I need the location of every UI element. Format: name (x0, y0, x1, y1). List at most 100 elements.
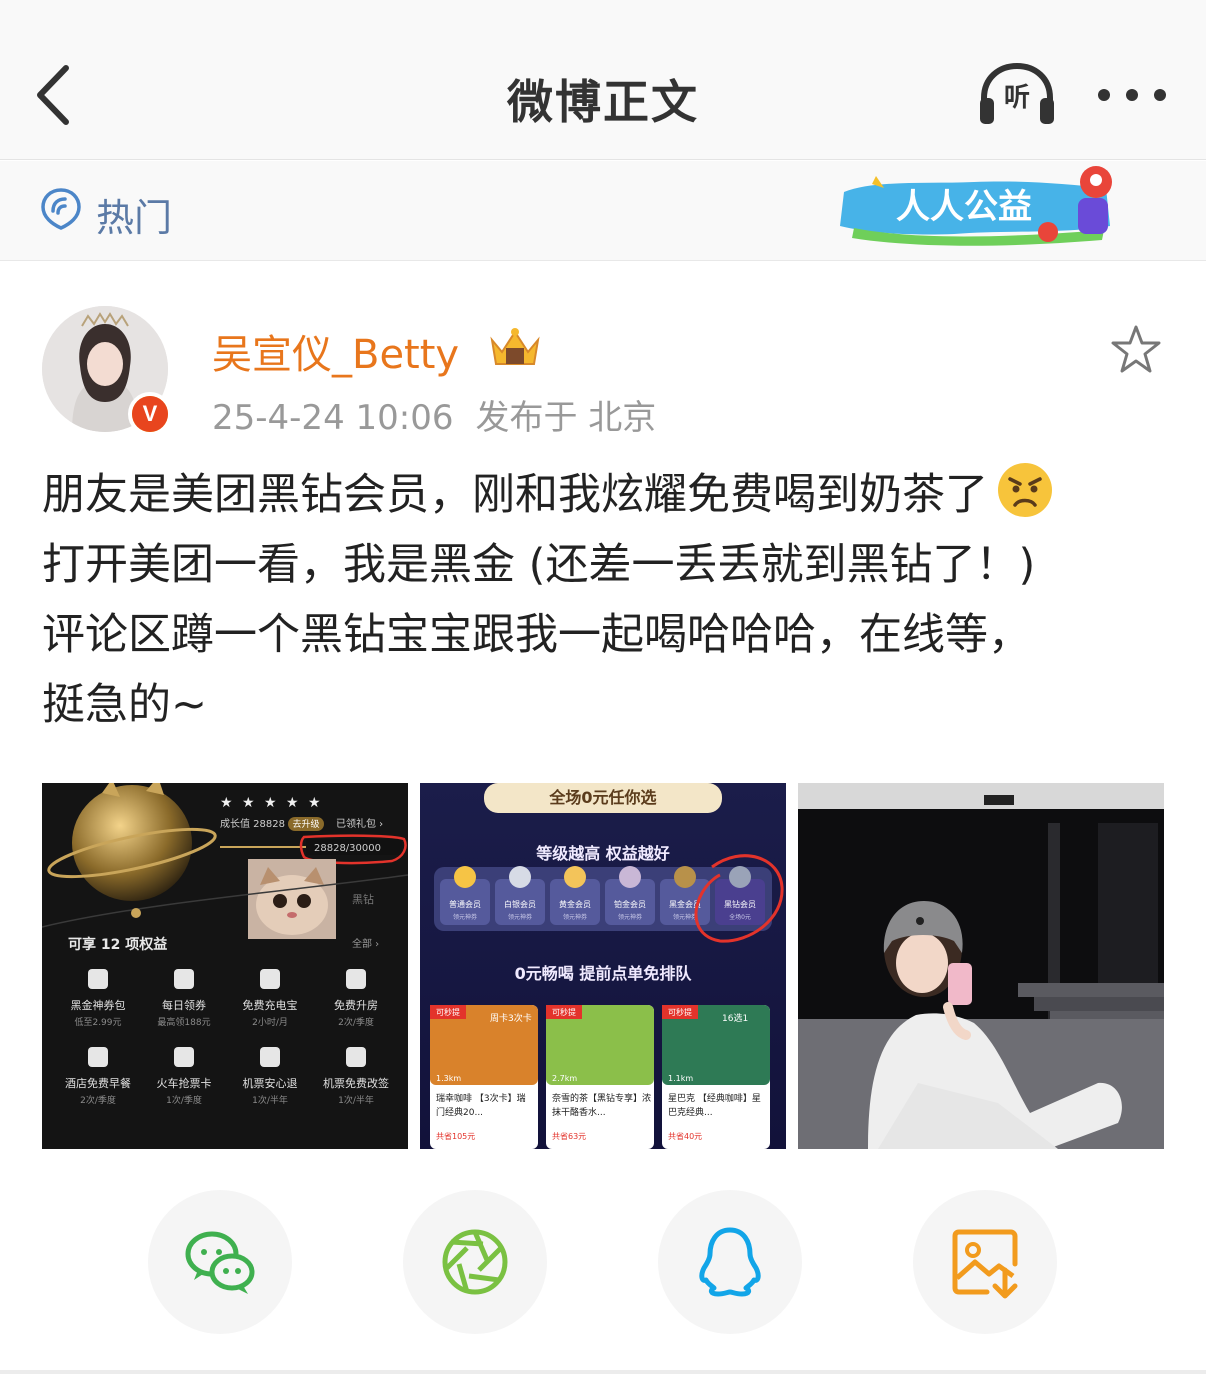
photo-selfie[interactable] (798, 783, 1164, 1149)
phone-in-hand (948, 963, 972, 1005)
drink-title-cont: 抹干酪香水... (552, 1106, 606, 1118)
benefits-title: 可享 12 项权益 (68, 936, 167, 953)
benefit-name: 火车抢票卡 (157, 1076, 212, 1090)
benefit-icon (260, 969, 280, 989)
banner-text: 人人公益 (896, 187, 1032, 227)
drink-distance: 1.1km (668, 1074, 693, 1083)
benefit-icon (174, 969, 194, 989)
drink-title: 星巴克 【经典咖啡】星 (668, 1092, 761, 1104)
post-meta: 25-4-24 10:06 发布于 北京 (212, 390, 656, 439)
charity-banner[interactable]: 人人公益 (834, 162, 1120, 254)
share-qq-button[interactable] (658, 1190, 802, 1334)
benefit-sub: 1次/半年 (252, 1094, 288, 1106)
progress-text: 28828/30000 (314, 843, 381, 854)
upgrade-label: 去升级 (292, 818, 319, 830)
benefit-name: 机票安心退 (243, 1076, 298, 1090)
level-sub: 领元神券 (673, 913, 697, 921)
benefit-sub: 1次/季度 (166, 1094, 202, 1106)
share-save-image-button[interactable] (913, 1190, 1057, 1334)
moments-icon (442, 1229, 508, 1295)
divider (0, 1370, 1206, 1374)
wechat-icon (185, 1231, 255, 1294)
svg-text:★: ★ (308, 795, 321, 811)
benefit-icon (346, 1047, 366, 1067)
svg-text:★: ★ (242, 795, 255, 811)
photo-membership-screenshot[interactable]: ★ ★ ★ ★ ★ 成长值 28828 去升级 已领礼包 › 28828/30000 … (42, 783, 408, 1149)
crown-icon[interactable] (486, 324, 544, 370)
listen-label: 听 (1004, 83, 1030, 113)
growth-value: 成长值 28828 (220, 817, 285, 830)
post-content: 朋友是美团黑钻会员，刚和我炫耀免费喝到奶茶了 打开美团一看，我是黑金 (还差一丢… (42, 460, 1172, 740)
tier-label: 黑钻 (352, 892, 374, 906)
more-dots-icon[interactable] (1092, 80, 1172, 110)
level-sub: 领元神券 (618, 913, 642, 921)
content-line-3: 评论区蹲一个黑钻宝宝跟我一起喝哈哈哈，在线等， (42, 610, 1031, 660)
benefit-sub: 1次/半年 (338, 1094, 374, 1106)
drink-title-cont: 巴克经典... (668, 1106, 713, 1118)
benefit-icon (346, 969, 366, 989)
benefit-sub: 2次/季度 (338, 1016, 374, 1028)
hot-label[interactable]: 热门 (96, 187, 172, 242)
content-line-4: 挺急的~ (42, 680, 208, 730)
drink-tag: 可秒提 (436, 1007, 460, 1017)
share-moments-button[interactable] (403, 1190, 547, 1334)
benefit-name: 免费充电宝 (243, 998, 298, 1012)
content-line-2: 打开美团一看，我是黑金 (还差一丢丢就到黑钻了！) (42, 540, 1036, 590)
benefit-sub: 2次/季度 (80, 1094, 116, 1106)
benefit-icon (174, 1047, 194, 1067)
level-badge-icon (564, 866, 586, 888)
level-name: 铂金会员 (614, 899, 646, 909)
level-badge-icon (454, 866, 476, 888)
angry-face-emoji-icon (998, 463, 1052, 517)
top-banner: 全场0元任你选 (548, 788, 656, 807)
post-location: 发布于 北京 (475, 398, 657, 438)
username[interactable]: 吴宣仪_Betty (212, 322, 459, 380)
svg-text:★: ★ (264, 795, 277, 811)
star-favorite-icon[interactable] (1110, 324, 1162, 374)
drink-save: 共省63元 (552, 1131, 586, 1141)
svg-text:★: ★ (286, 795, 299, 811)
drink-title: 奈雪的茶【黑钻专享】浓 (552, 1092, 651, 1104)
share-wechat-button[interactable] (148, 1190, 292, 1334)
level-name: 黑钻会员 (724, 899, 756, 909)
listen-headphone-icon[interactable]: 听 (976, 62, 1058, 126)
level-badge-icon (509, 866, 531, 888)
level-sub: 领元神券 (508, 913, 532, 921)
free-title: 0元畅喝 提前点单免排队 (515, 964, 693, 983)
drink-distance: 1.3km (436, 1074, 461, 1083)
benefit-name: 机票免费改签 (323, 1076, 389, 1090)
level-sub: 领元神券 (453, 913, 477, 921)
verified-badge: V (128, 392, 172, 436)
drink-promo: 16选1 (722, 1012, 748, 1024)
benefit-icon (260, 1047, 280, 1067)
benefit-sub: 低至2.99元 (74, 1016, 121, 1028)
benefit-name: 黑金神券包 (71, 998, 126, 1012)
level-name: 白银会员 (504, 899, 536, 909)
drink-cards: 可秒提周卡3次卡1.3km瑞幸咖啡 【3次卡】瑞门经典20...共省105元可秒… (430, 1005, 770, 1149)
drink-distance: 2.7km (552, 1074, 577, 1083)
level-name: 黄金会员 (559, 899, 591, 909)
benefit-name: 免费升房 (334, 998, 378, 1012)
drink-tag: 可秒提 (668, 1007, 692, 1017)
gift-label: 已领礼包 › (336, 817, 383, 830)
level-sub: 全场0元 (729, 913, 751, 921)
benefit-icon (88, 1047, 108, 1067)
post-time: 25-4-24 10:06 (212, 398, 454, 438)
level-badge-icon (619, 866, 641, 888)
benefits-all-link[interactable]: 全部 › (352, 937, 379, 950)
benefit-sub: 最高领188元 (157, 1016, 210, 1028)
qq-icon (699, 1227, 761, 1297)
level-badge-icon (729, 866, 751, 888)
drink-title: 瑞幸咖啡 【3次卡】瑞 (436, 1092, 526, 1104)
svg-text:★: ★ (220, 795, 233, 811)
benefit-name: 酒店免费早餐 (65, 1076, 131, 1090)
drink-save: 共省105元 (436, 1131, 475, 1141)
save-image-icon (952, 1229, 1018, 1299)
photo-level-screenshot[interactable]: 全场0元任你选 等级越高 权益越好 普通会员 领元神券 白银会员 领元神券 黄金会员 领元… (420, 783, 786, 1149)
photo-grid: ★ ★ ★ ★ ★ 成长值 28828 去升级 已领礼包 › 28828/30000 … (42, 783, 1164, 1149)
benefit-sub: 2小时/月 (252, 1016, 288, 1028)
level-badge-icon (674, 866, 696, 888)
level-title: 等级越高 权益越好 (535, 844, 670, 863)
benefit-name: 每日领券 (162, 998, 206, 1012)
drink-tag: 可秒提 (552, 1007, 576, 1017)
